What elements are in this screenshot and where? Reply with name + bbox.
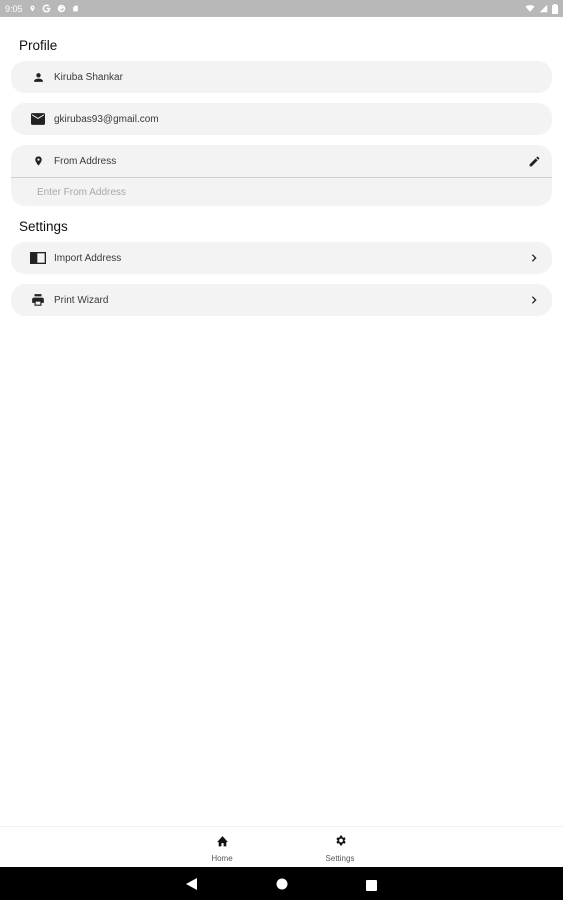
chevron-right-icon [526,250,542,266]
settings-section-title: Settings [19,219,68,234]
from-address-input[interactable] [11,178,552,206]
location-icon [29,4,36,13]
profile-email: gkirubas93@gmail.com [54,113,159,125]
print-wizard-label: Print Wizard [54,294,109,306]
recents-icon[interactable] [366,878,377,896]
back-icon[interactable] [186,877,197,895]
sd-card-icon [72,4,79,13]
home-button-icon[interactable] [276,877,288,895]
person-icon [30,69,46,85]
google-icon [42,4,51,13]
import-icon [30,250,46,266]
battery-icon [552,3,558,14]
signal-icon [539,4,548,13]
edit-icon[interactable] [526,153,542,169]
location-pin-icon [30,153,46,169]
nav-home-label: Home [211,854,233,863]
profile-section-title: Profile [19,38,58,53]
chevron-right-icon [526,292,542,308]
nav-settings-label: Settings [325,854,355,863]
status-bar: 9:05 [0,0,563,17]
nav-settings[interactable]: Settings [310,834,370,863]
gear-icon [334,834,347,852]
wifi-icon [525,4,535,13]
print-wizard-item[interactable]: Print Wizard [11,284,552,316]
profile-name-card: Kiruba Shankar [11,61,552,93]
home-icon [216,834,229,852]
import-address-item[interactable]: Import Address [11,242,552,274]
profile-email-card: gkirubas93@gmail.com [11,103,552,135]
bottom-navigation: Home Settings [0,826,563,867]
google-icon-2 [57,4,66,13]
from-address-card: From Address [11,145,552,206]
mail-icon [30,111,46,127]
printer-icon [30,292,46,308]
import-address-label: Import Address [54,252,122,264]
from-address-label: From Address [54,155,117,167]
system-navigation-bar [0,867,563,900]
nav-home[interactable]: Home [192,834,252,863]
status-time: 9:05 [5,3,23,14]
profile-name: Kiruba Shankar [54,71,123,83]
